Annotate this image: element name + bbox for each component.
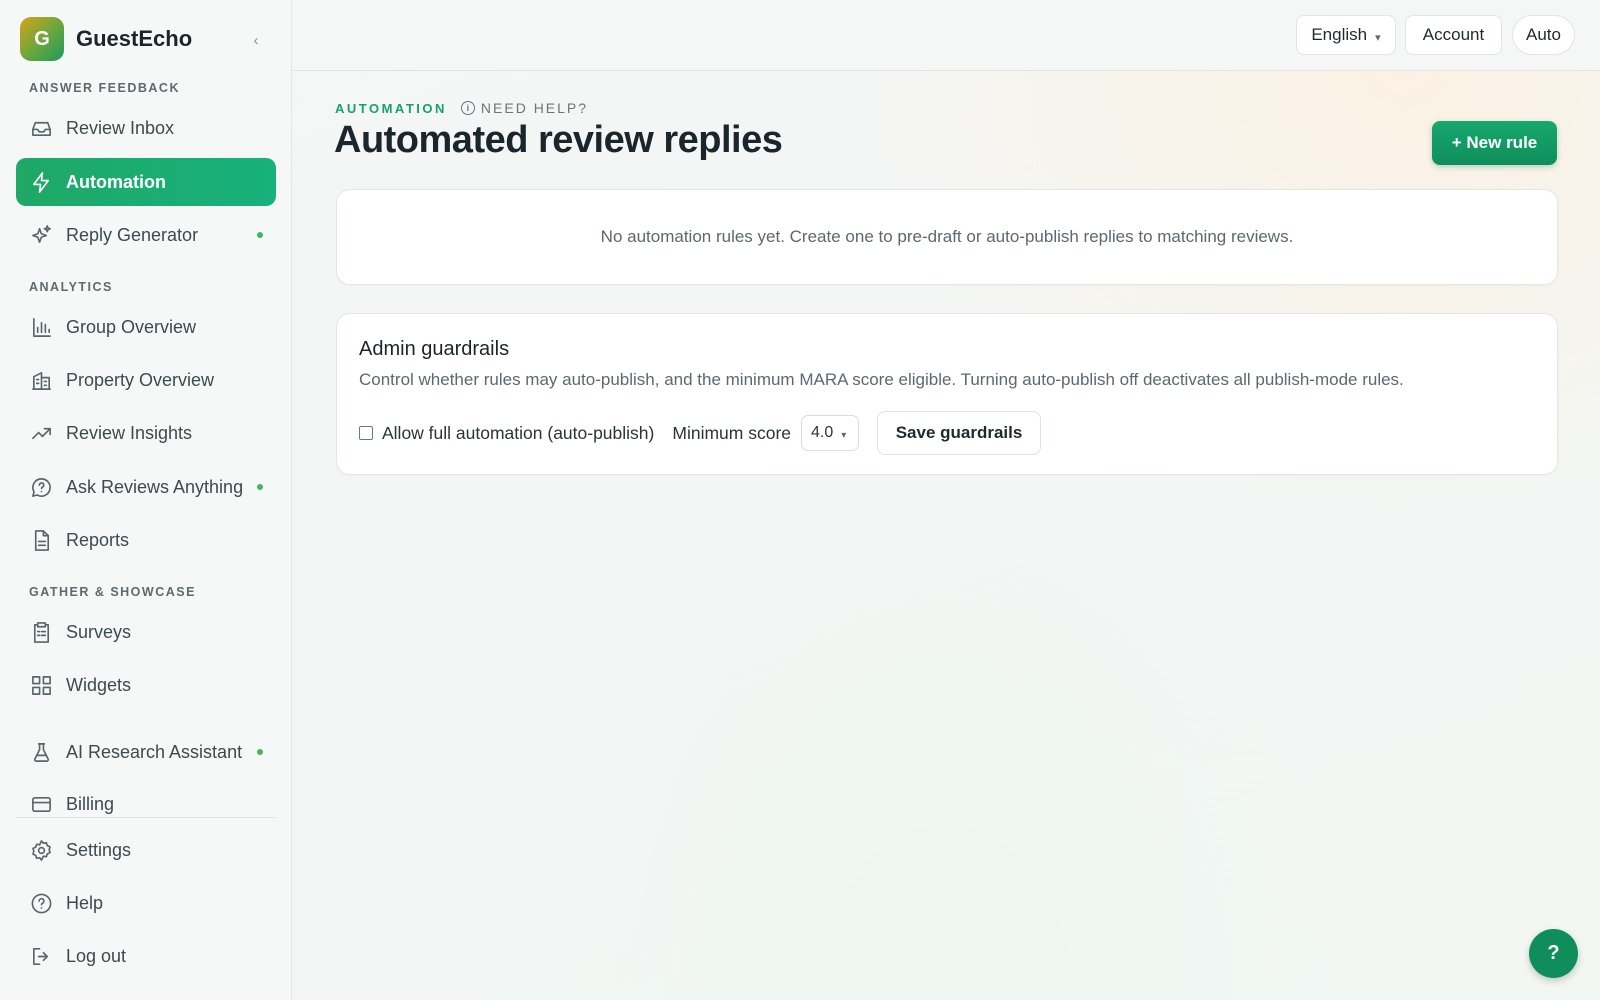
sidebar-item-ai-research-assistant[interactable]: AI Research Assistant	[16, 728, 276, 776]
sidebar-item-label: Review Inbox	[66, 117, 175, 138]
topbar: English ▾ Account Auto	[292, 0, 1600, 71]
sidebar-item-review-insights[interactable]: Review Insights	[16, 409, 276, 457]
clipboard-icon	[29, 620, 53, 644]
admin-guardrails-card: Admin guardrails Control whether rules m…	[336, 313, 1558, 475]
sidebar-item-label: Ask Reviews Anything	[66, 476, 244, 497]
sidebar-item-label: Property Overview	[66, 369, 215, 390]
inbox-icon	[29, 116, 53, 140]
sidebar-item-automation[interactable]: Automation	[16, 158, 276, 206]
sidebar-item-review-inbox[interactable]: Review Inbox	[16, 104, 276, 152]
language-select[interactable]: English ▾	[1296, 15, 1396, 55]
language-value: English	[1311, 25, 1368, 44]
main-content: AUTOMATION i NEED HELP? Automated review…	[292, 71, 1600, 1000]
empty-state-text: No automation rules yet. Create one to p…	[600, 227, 1294, 246]
sidebar-item-label: Group Overview	[66, 316, 197, 337]
chevron-down-icon: ▾	[841, 429, 847, 441]
guardrails-title: Admin guardrails	[359, 338, 510, 360]
new-indicator-dot	[257, 484, 263, 490]
page-title: Automated review replies	[334, 119, 783, 161]
bar-chart-icon	[29, 315, 53, 339]
minimum-score-value: 4.0	[811, 424, 834, 441]
sidebar-item-label: Surveys	[66, 621, 132, 642]
document-icon	[29, 528, 53, 552]
sidebar-item-label: Widgets	[66, 674, 132, 695]
section-label-answer-feedback: ANSWER FEEDBACK	[29, 81, 180, 95]
building-icon	[29, 368, 53, 392]
section-label-gather-showcase: GATHER & SHOWCASE	[29, 585, 196, 599]
brand[interactable]: G GuestEcho	[20, 17, 192, 61]
new-rule-button[interactable]: + New rule	[1432, 121, 1557, 165]
sidebar-item-property-overview[interactable]: Property Overview	[16, 356, 276, 404]
sidebar-item-ask-reviews-anything[interactable]: Ask Reviews Anything	[16, 463, 276, 511]
sidebar-item-label: Settings	[66, 839, 132, 860]
chevron-down-icon: ▾	[1375, 31, 1381, 44]
sidebar-item-settings[interactable]: Settings	[16, 826, 276, 874]
sidebar-item-help[interactable]: Help	[16, 879, 276, 927]
sidebar-item-label: Automation	[66, 171, 166, 192]
section-tag: AUTOMATION	[335, 100, 447, 116]
brand-name: GuestEcho	[76, 26, 193, 51]
sidebar-item-label: Review Insights	[66, 422, 193, 443]
account-button[interactable]: Account	[1405, 15, 1502, 55]
sidebar-item-widgets[interactable]: Widgets	[16, 661, 276, 709]
save-guardrails-button[interactable]: Save guardrails	[877, 411, 1042, 455]
guardrails-description: Control whether rules may auto-publish, …	[359, 370, 1404, 389]
auto-publish-label[interactable]: Allow full automation (auto-publish)	[382, 423, 654, 444]
new-indicator-dot	[257, 232, 263, 238]
page-eyebrow: AUTOMATION i NEED HELP?	[335, 100, 588, 116]
grid-icon	[29, 673, 53, 697]
bolt-icon	[29, 170, 53, 194]
minimum-score-select[interactable]: 4.0 ▾	[801, 415, 860, 451]
sidebar-divider	[16, 817, 276, 818]
rules-empty-card: No automation rules yet. Create one to p…	[336, 189, 1558, 285]
collapse-sidebar-button[interactable]: ‹	[244, 28, 268, 52]
chat-question-icon	[29, 475, 53, 499]
theme-toggle-button[interactable]: Auto	[1512, 15, 1575, 55]
sidebar-item-label: Log out	[66, 945, 127, 966]
auto-publish-checkbox[interactable]	[359, 426, 373, 440]
sidebar-item-reply-generator[interactable]: Reply Generator	[16, 211, 276, 259]
help-circle-icon	[29, 891, 53, 915]
info-icon: i	[460, 101, 475, 115]
gear-icon	[29, 838, 53, 862]
sidebar-item-label: Billing	[66, 793, 115, 814]
sidebar-item-label: Reply Generator	[66, 224, 199, 245]
logout-icon	[29, 944, 53, 968]
sidebar-item-label: Reports	[66, 529, 130, 550]
sidebar-scroll-clip: Billing	[16, 792, 276, 817]
new-indicator-dot	[257, 749, 263, 755]
guardrails-controls: Allow full automation (auto-publish) Min…	[359, 411, 1042, 455]
flask-icon	[29, 740, 53, 764]
sidebar-item-label: AI Research Assistant	[66, 741, 243, 762]
sidebar-item-group-overview[interactable]: Group Overview	[16, 303, 276, 351]
sparkles-icon	[29, 223, 53, 247]
trend-up-icon	[29, 421, 53, 445]
sidebar-item-log-out[interactable]: Log out	[16, 932, 276, 980]
sidebar-item-label: Help	[66, 892, 104, 913]
section-label-analytics: ANALYTICS	[29, 280, 113, 294]
card-icon	[29, 792, 53, 816]
need-help-link[interactable]: i NEED HELP?	[460, 100, 589, 116]
sidebar: G GuestEcho ‹ ANSWER FEEDBACK Review Inb…	[0, 0, 292, 1000]
sidebar-item-surveys[interactable]: Surveys	[16, 608, 276, 656]
need-help-label: NEED HELP?	[480, 100, 589, 116]
brand-logo: G	[20, 17, 64, 61]
minimum-score-label: Minimum score	[672, 422, 792, 443]
help-fab-button[interactable]: ?	[1529, 929, 1578, 978]
sidebar-item-billing[interactable]: Billing	[16, 792, 276, 817]
sidebar-item-reports[interactable]: Reports	[16, 516, 276, 564]
